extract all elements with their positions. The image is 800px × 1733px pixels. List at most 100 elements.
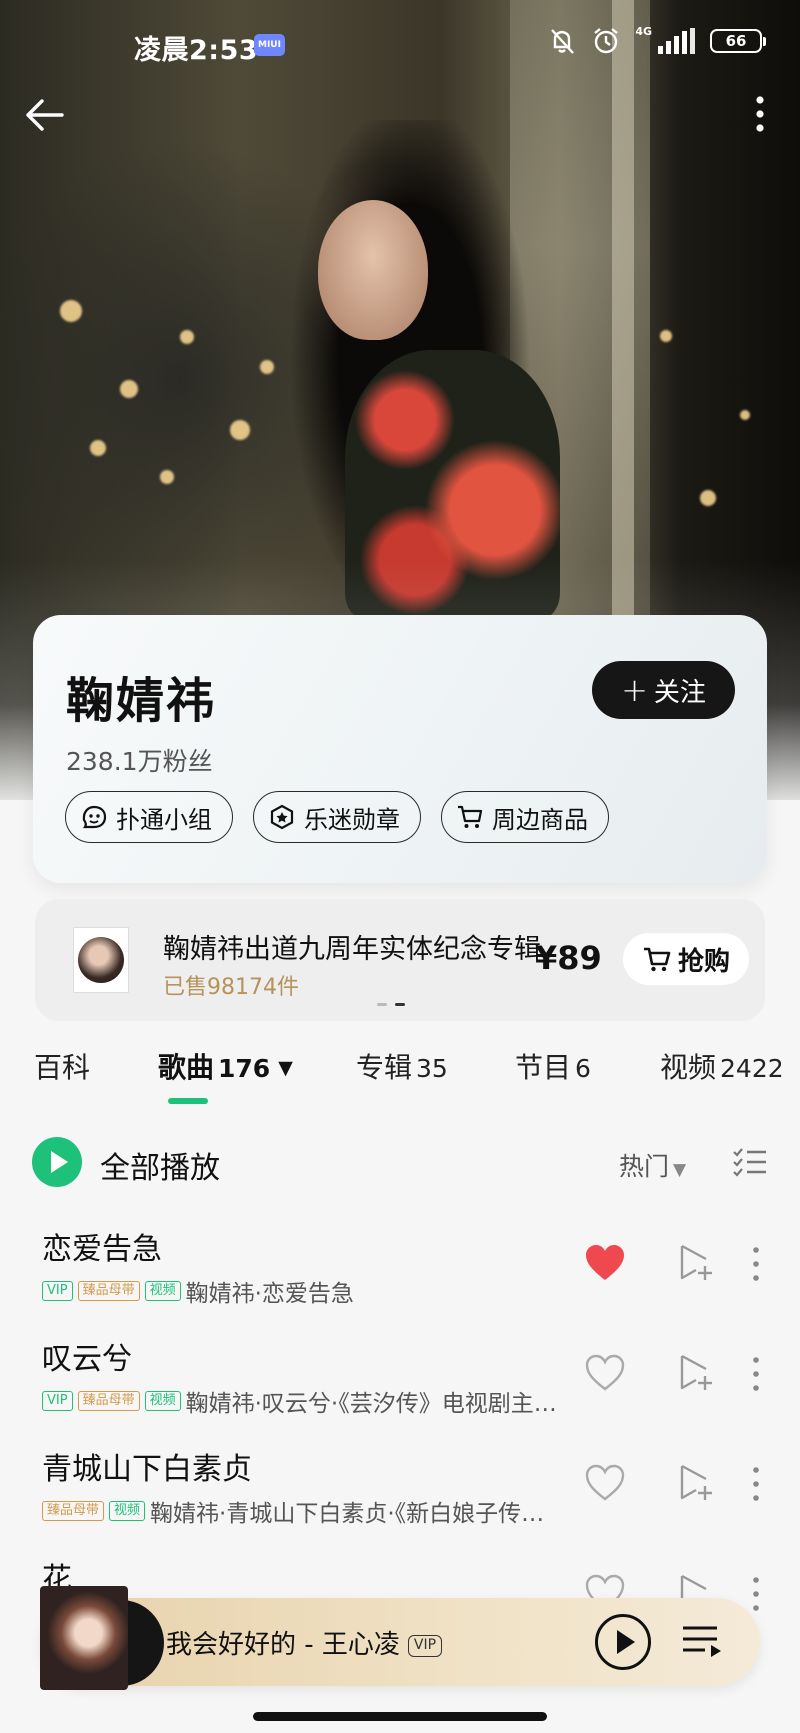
bokeh-light [230, 420, 250, 440]
chip-label: 周边商品 [492, 805, 588, 834]
song-row[interactable]: 叹云兮 VIP 臻品母带 视频 鞠婧祎·叹云兮·《芸汐传》电视剧主题曲 [0, 1322, 800, 1432]
bokeh-light [160, 470, 174, 484]
video-badge: 视频 [144, 1391, 181, 1411]
buy-label: 抢购 [677, 946, 730, 977]
vip-badge: VIP [42, 1391, 73, 1411]
now-playing-cover[interactable] [40, 1586, 164, 1690]
more-vertical-icon[interactable] [744, 1574, 768, 1614]
tab-label: 歌曲 [158, 1051, 215, 1084]
song-row[interactable]: 恋爱告急 VIP 臻品母带 视频 鞠婧祎·恋爱告急 [0, 1212, 800, 1322]
buy-now-button[interactable]: 抢购 [623, 933, 749, 985]
bokeh-light [90, 440, 106, 456]
carousel-dot-active [395, 1003, 405, 1006]
artist-name: 鞠婧祎 [66, 673, 217, 729]
add-to-playlist-icon[interactable] [676, 1352, 716, 1392]
tab-programs[interactable]: 节目 6 [515, 1046, 591, 1086]
content-tabs: 百科 歌曲 176 ▼ 专辑 35 节目 6 视频 2422 [0, 1040, 800, 1100]
tab-wiki[interactable]: 百科 [34, 1046, 90, 1086]
vip-badge: VIP [42, 1281, 73, 1301]
song-meta: VIP 臻品母带 视频 鞠婧祎·叹云兮·《芸汐传》电视剧主题曲 [42, 1384, 562, 1418]
cart-icon [643, 947, 671, 972]
vip-badge: VIP [407, 1635, 443, 1657]
song-title: 叹云兮 [42, 1342, 132, 1377]
artist-info-card: 鞠婧祎 238.1万粉丝 + 关注 扑通小组 乐迷勋章 周边商品 [33, 615, 767, 883]
battery-icon: 66 [710, 29, 766, 53]
carousel-dot [377, 1003, 387, 1006]
back-arrow-icon[interactable] [22, 92, 68, 138]
more-vertical-icon[interactable] [744, 1354, 768, 1394]
top-nav [0, 86, 800, 140]
promo-sold-count: 已售98174件 [163, 975, 299, 1000]
group-chat-icon [82, 805, 107, 829]
follow-button[interactable]: + 关注 [592, 661, 735, 719]
plus-icon: + [621, 671, 648, 709]
active-tab-indicator [168, 1098, 208, 1104]
more-vertical-icon[interactable] [748, 92, 772, 136]
song-subtitle: 鞠婧祎·恋爱告急 [185, 1281, 354, 1307]
tab-label: 视频 [660, 1051, 717, 1084]
follow-label: 关注 [653, 677, 706, 708]
bokeh-light [180, 330, 194, 344]
album-art [40, 1586, 128, 1690]
chip-label: 扑通小组 [116, 805, 212, 834]
tab-count: 2422 [720, 1054, 784, 1083]
sort-dropdown[interactable]: 热门 ▼ [619, 1147, 686, 1183]
song-subtitle: 鞠婧祎·叹云兮·《芸汐传》电视剧主题曲 [185, 1391, 562, 1417]
chip-fan-medal[interactable]: 乐迷勋章 [253, 791, 421, 843]
master-quality-badge: 臻品母带 [42, 1501, 105, 1521]
alarm-icon [594, 28, 619, 54]
tab-songs[interactable]: 歌曲 176 ▼ [158, 1046, 293, 1086]
network-type: 4G [635, 24, 652, 38]
status-bar: 凌晨2:53 MIUI 4G 66 [0, 18, 800, 74]
caret-down-icon: ▼ [278, 1057, 293, 1079]
add-to-playlist-icon[interactable] [676, 1242, 716, 1282]
tab-count: 176 [218, 1054, 271, 1083]
status-icons: 4G 66 [547, 24, 766, 56]
bokeh-light [660, 330, 672, 342]
chip-fan-group[interactable]: 扑通小组 [65, 791, 233, 843]
song-title: 青城山下白素贞 [42, 1452, 252, 1487]
bokeh-light [700, 490, 716, 506]
miui-badge: MIUI [254, 34, 285, 56]
bokeh-light [120, 380, 138, 398]
heart-outline-icon[interactable] [584, 1464, 626, 1502]
sort-label: 热门 [619, 1152, 670, 1181]
merch-promo-banner[interactable]: 鞠婧祎出道九周年实体纪念专辑 已售98174件 ¥89 抢购 [35, 899, 765, 1021]
master-quality-badge: 臻品母带 [77, 1391, 140, 1411]
song-meta: VIP 臻品母带 视频 鞠婧祎·恋爱告急 [42, 1274, 562, 1308]
play-all-button[interactable] [32, 1137, 82, 1187]
fan-count: 238.1万粉丝 [66, 747, 213, 776]
multi-select-icon[interactable] [732, 1147, 768, 1177]
bokeh-light [260, 360, 274, 374]
tab-count: 6 [575, 1054, 591, 1083]
medal-icon [270, 804, 294, 830]
play-all-row: 全部播放 热门 ▼ [32, 1137, 772, 1187]
artist-chips: 扑通小组 乐迷勋章 周边商品 [65, 791, 609, 843]
heart-outline-icon[interactable] [584, 1354, 626, 1392]
heart-filled-icon[interactable] [584, 1244, 626, 1282]
song-title: 恋爱告急 [42, 1232, 162, 1267]
tab-videos[interactable]: 视频 2422 [660, 1046, 784, 1086]
tab-label: 百科 [34, 1051, 91, 1084]
portrait-face [318, 200, 428, 340]
tab-albums[interactable]: 专辑 35 [356, 1046, 448, 1086]
play-all-label[interactable]: 全部播放 [100, 1143, 220, 1187]
video-badge: 视频 [144, 1281, 181, 1301]
bokeh-light [60, 300, 82, 322]
more-vertical-icon[interactable] [744, 1244, 768, 1284]
add-to-playlist-icon[interactable] [676, 1462, 716, 1502]
song-meta: 臻品母带 视频 鞠婧祎·青城山下白素贞·《新白娘子传奇》 [42, 1494, 562, 1528]
signal-icon [658, 28, 695, 54]
play-button[interactable] [595, 1614, 651, 1670]
song-row[interactable]: 青城山下白素贞 臻品母带 视频 鞠婧祎·青城山下白素贞·《新白娘子传奇》 [0, 1432, 800, 1542]
song-subtitle: 鞠婧祎·青城山下白素贞·《新白娘子传奇》 [150, 1501, 562, 1527]
playlist-queue-icon[interactable] [681, 1622, 723, 1662]
promo-price: ¥89 [535, 939, 602, 977]
home-indicator[interactable] [253, 1712, 547, 1721]
mute-bell-icon [551, 29, 575, 54]
more-vertical-icon[interactable] [744, 1464, 768, 1504]
chip-merch[interactable]: 周边商品 [441, 791, 609, 843]
mini-player[interactable]: 我会好好的 - 王心凌 VIP [40, 1586, 760, 1690]
video-badge: 视频 [109, 1501, 146, 1521]
promo-title: 鞠婧祎出道九周年实体纪念专辑 [163, 934, 541, 965]
